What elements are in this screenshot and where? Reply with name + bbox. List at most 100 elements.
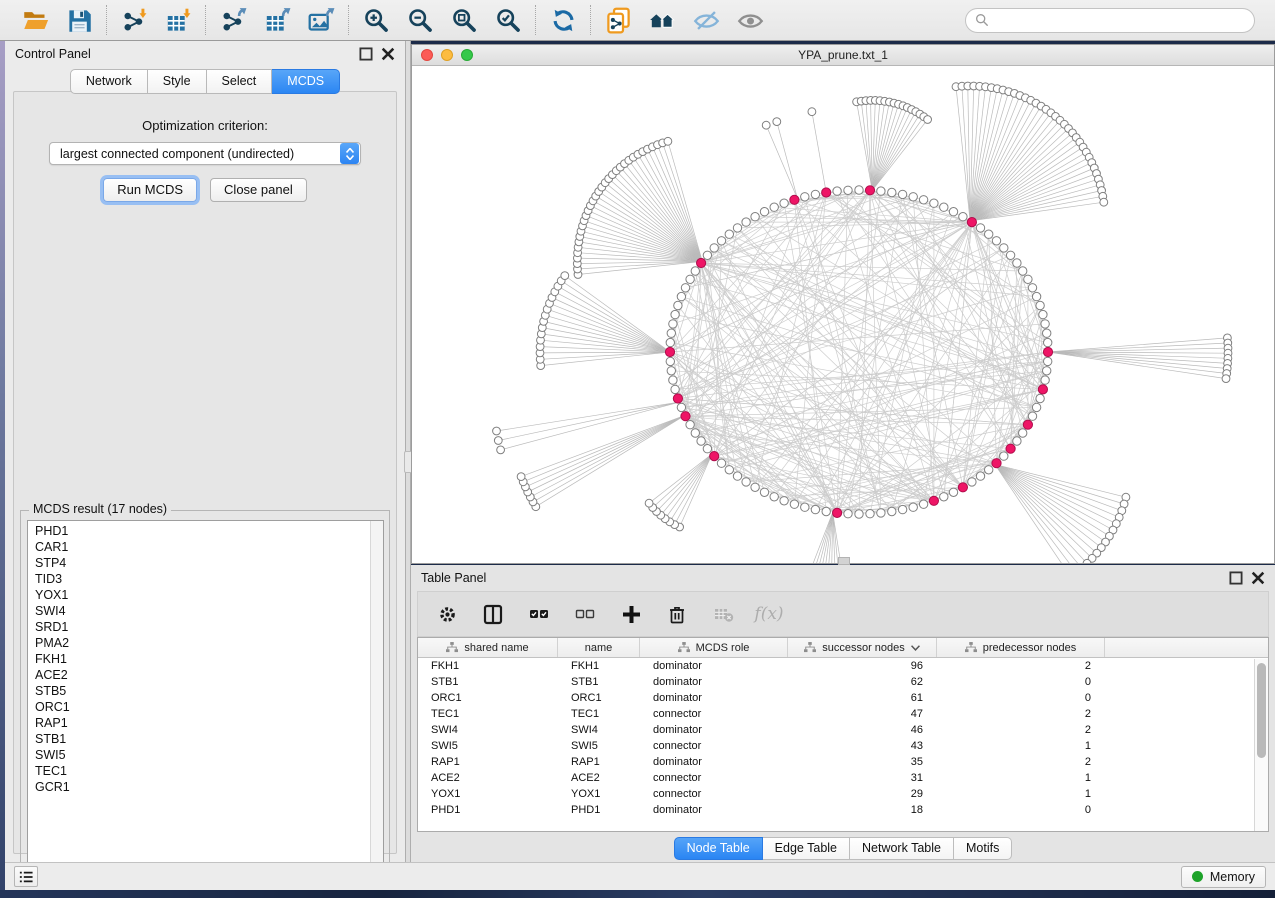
list-item[interactable]: ORC1 xyxy=(28,699,370,715)
zoom-fit-button[interactable] xyxy=(447,4,481,36)
zoom-out-button[interactable] xyxy=(403,4,437,36)
search-input[interactable] xyxy=(995,13,1245,27)
table-scrollbar[interactable] xyxy=(1254,659,1268,831)
tab-motifs[interactable]: Motifs xyxy=(954,837,1012,860)
zoom-selected-button[interactable] xyxy=(491,4,525,36)
list-item[interactable]: YOX1 xyxy=(28,587,370,603)
table-panel-title: Table Panel xyxy=(421,571,486,585)
float-table-panel-icon[interactable] xyxy=(1229,571,1243,585)
list-item[interactable]: PMA2 xyxy=(28,635,370,651)
duplicate-network-button[interactable] xyxy=(601,4,635,36)
tab-mcds[interactable]: MCDS xyxy=(272,69,340,94)
import-table-button[interactable] xyxy=(161,4,195,36)
network-window-title: YPA_prune.txt_1 xyxy=(798,48,888,62)
network-window-titlebar[interactable]: YPA_prune.txt_1 xyxy=(412,45,1274,66)
column-layout-button[interactable] xyxy=(480,601,506,627)
column-header-shared-name[interactable]: shared name xyxy=(418,638,558,657)
zoom-in-button[interactable] xyxy=(359,4,393,36)
cell: 1 xyxy=(937,770,1105,786)
table-row[interactable]: SWI5SWI5connector431 xyxy=(418,738,1268,754)
first-neighbors-button[interactable] xyxy=(645,4,679,36)
search-box[interactable] xyxy=(965,8,1255,33)
function-builder-button: f(x) xyxy=(756,601,782,627)
table-row[interactable]: PHD1PHD1dominator180 xyxy=(418,802,1268,818)
list-scrollbar[interactable] xyxy=(370,521,383,869)
open-session-button[interactable] xyxy=(18,4,52,36)
hide-selected-button[interactable] xyxy=(689,4,723,36)
maximize-window-icon[interactable] xyxy=(461,49,473,61)
list-item[interactable]: PHD1 xyxy=(28,523,370,539)
column-header-MCDS-role[interactable]: MCDS role xyxy=(640,638,788,657)
tab-network-table[interactable]: Network Table xyxy=(850,837,954,860)
table-row[interactable]: YOX1YOX1connector291 xyxy=(418,786,1268,802)
horizontal-splitter-grip[interactable] xyxy=(838,557,850,565)
cell: RAP1 xyxy=(418,754,558,770)
deselect-all-button[interactable] xyxy=(572,601,598,627)
list-item[interactable]: ACE2 xyxy=(28,667,370,683)
tab-edge-table[interactable]: Edge Table xyxy=(763,837,850,860)
column-header-name[interactable]: name xyxy=(558,638,640,657)
export-network-button[interactable] xyxy=(216,4,250,36)
minimize-window-icon[interactable] xyxy=(441,49,453,61)
select-all-icon xyxy=(529,604,550,625)
close-table-panel-icon[interactable] xyxy=(1251,571,1265,585)
tab-select[interactable]: Select xyxy=(207,69,273,94)
export-image-icon xyxy=(308,7,335,34)
save-session-button[interactable] xyxy=(62,4,96,36)
column-header-predecessor-nodes[interactable]: predecessor nodes xyxy=(937,638,1105,657)
tab-style[interactable]: Style xyxy=(148,69,207,94)
close-panel-button[interactable]: Close panel xyxy=(210,178,307,202)
list-item[interactable]: STP4 xyxy=(28,555,370,571)
table-row[interactable]: RAP1RAP1dominator352 xyxy=(418,754,1268,770)
cell: 47 xyxy=(788,706,937,722)
export-image-button[interactable] xyxy=(304,4,338,36)
delete-column-button[interactable] xyxy=(664,601,690,627)
list-item[interactable]: RAP1 xyxy=(28,715,370,731)
list-item[interactable]: STB5 xyxy=(28,683,370,699)
list-item[interactable]: TID3 xyxy=(28,571,370,587)
list-item[interactable]: SWI4 xyxy=(28,603,370,619)
table-row[interactable]: ORC1ORC1dominator610 xyxy=(418,690,1268,706)
table-panel-header: Table Panel xyxy=(411,565,1275,591)
import-network-button[interactable] xyxy=(117,4,151,36)
task-history-button[interactable] xyxy=(14,866,38,887)
cell: ORC1 xyxy=(558,690,640,706)
list-item[interactable]: SWI5 xyxy=(28,747,370,763)
table-row[interactable]: FKH1FKH1dominator962 xyxy=(418,658,1268,674)
close-panel-icon[interactable] xyxy=(381,47,395,61)
criterion-select[interactable]: largest connected component (undirected) xyxy=(49,142,361,165)
tab-node-table[interactable]: Node Table xyxy=(674,837,763,860)
cell: ACE2 xyxy=(418,770,558,786)
list-item[interactable]: SRD1 xyxy=(28,619,370,635)
cell: 2 xyxy=(937,754,1105,770)
zoom-in-icon xyxy=(363,7,390,34)
close-window-icon[interactable] xyxy=(421,49,433,61)
list-item[interactable]: TEC1 xyxy=(28,763,370,779)
desktop-edge-bottom xyxy=(0,890,1275,898)
show-all-button[interactable] xyxy=(733,4,767,36)
run-mcds-button[interactable]: Run MCDS xyxy=(103,178,197,202)
network-view[interactable] xyxy=(412,66,1274,563)
settings-button[interactable] xyxy=(434,601,460,627)
add-column-button[interactable] xyxy=(618,601,644,627)
table-row[interactable]: STB1STB1dominator620 xyxy=(418,674,1268,690)
refresh-button[interactable] xyxy=(546,4,580,36)
column-header-successor-nodes[interactable]: successor nodes xyxy=(788,638,937,657)
select-all-button[interactable] xyxy=(526,601,552,627)
float-panel-icon[interactable] xyxy=(359,47,373,61)
mcds-result-list[interactable]: PHD1CAR1STP4TID3YOX1SWI4SRD1PMA2FKH1ACE2… xyxy=(27,520,384,870)
memory-button[interactable]: Memory xyxy=(1181,866,1266,888)
scrollbar-thumb[interactable] xyxy=(1257,663,1266,758)
table-row[interactable]: SWI4SWI4dominator462 xyxy=(418,722,1268,738)
tab-network[interactable]: Network xyxy=(70,69,148,94)
cell: 0 xyxy=(937,802,1105,818)
list-item[interactable]: CAR1 xyxy=(28,539,370,555)
list-item[interactable]: FKH1 xyxy=(28,651,370,667)
list-item[interactable]: STB1 xyxy=(28,731,370,747)
optimization-criterion-label: Optimization criterion: xyxy=(14,92,396,133)
table-row[interactable]: ACE2ACE2connector311 xyxy=(418,770,1268,786)
list-item[interactable]: GCR1 xyxy=(28,779,370,795)
table-row[interactable]: TEC1TEC1connector472 xyxy=(418,706,1268,722)
mcds-result-title: MCDS result (17 nodes) xyxy=(29,502,171,516)
export-table-button[interactable] xyxy=(260,4,294,36)
